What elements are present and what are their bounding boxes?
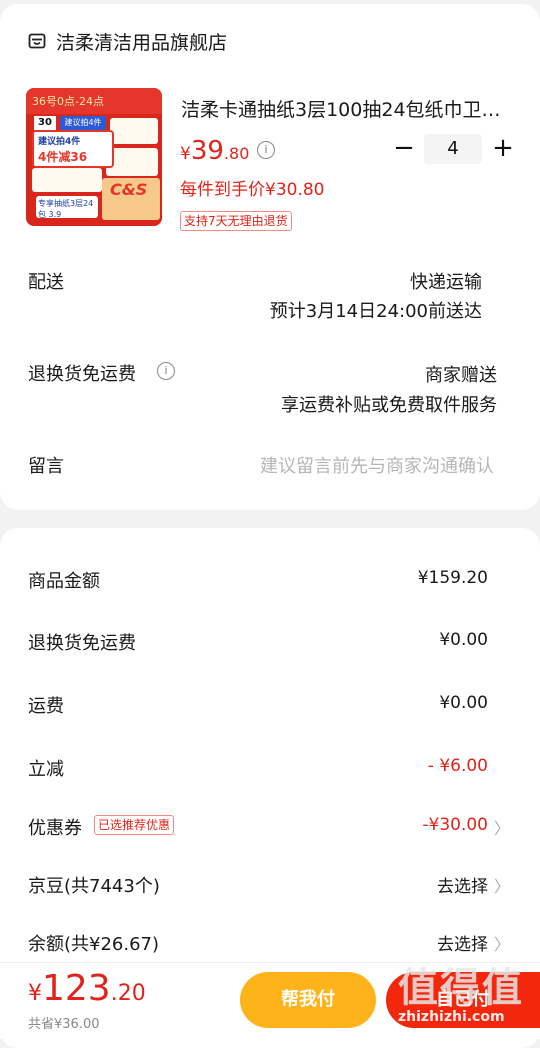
image-brand: C&S bbox=[110, 180, 148, 199]
watermark-url: zhizhizhi.com bbox=[398, 1009, 505, 1025]
image-blue-tag: 建议拍4件 bbox=[60, 116, 106, 130]
shipping-fee-label: 运费 bbox=[28, 696, 64, 717]
coupon-badge: 已选推荐优惠 bbox=[94, 815, 175, 835]
return-fee-value: ¥0.00 bbox=[439, 630, 488, 650]
image-promo-line2: 4件减36 bbox=[38, 150, 88, 164]
chevron-right-icon[interactable]: 〉 bbox=[494, 873, 510, 897]
coupon-label[interactable]: 优惠券 bbox=[28, 814, 82, 840]
watermark: 值得值 zhizhizhi.com bbox=[396, 955, 536, 1031]
image-promo-line1: 建议拍4件 bbox=[38, 137, 81, 147]
message-label: 留言 bbox=[28, 456, 64, 477]
delivery-eta: 预计3月14日24:00前送达 bbox=[269, 301, 482, 322]
help-pay-button[interactable]: 帮我付 bbox=[240, 972, 376, 1028]
price-decimal: .80 bbox=[223, 144, 250, 163]
image-promo: 建议拍4件 4件减36 bbox=[32, 130, 114, 168]
shipping-fee-value: ¥0.00 bbox=[439, 693, 488, 713]
delivery-method[interactable]: 快递运输 bbox=[410, 268, 482, 294]
total-currency: ¥ bbox=[28, 981, 42, 1006]
watermark-text: 值得值 bbox=[398, 965, 524, 1011]
total-integer: 123 bbox=[42, 968, 111, 1009]
chevron-right-icon[interactable]: 〉 bbox=[494, 815, 510, 839]
image-bottom-tag: 专享抽纸3层24包 3.9 bbox=[36, 196, 98, 219]
image-box bbox=[110, 118, 158, 144]
total-price: ¥123.20 bbox=[28, 968, 146, 1009]
instant-discount-label: 立减 bbox=[28, 759, 64, 780]
message-input[interactable]: 建议留言前先与商家沟通确认 bbox=[260, 452, 494, 478]
product-image[interactable]: 36号0点-24点 30 建议拍4件 建议拍4件 4件减36 C&S 专享抽纸3… bbox=[26, 88, 162, 226]
coupon-value[interactable]: -¥30.00 bbox=[422, 815, 488, 835]
quantity-decrease-button[interactable]: − bbox=[392, 135, 416, 162]
order-item-card bbox=[0, 4, 540, 510]
info-icon[interactable]: i bbox=[157, 362, 175, 380]
jingdou-select[interactable]: 去选择 bbox=[437, 872, 488, 897]
store-name: 洁柔清洁用品旗舰店 bbox=[56, 31, 228, 54]
info-icon[interactable]: i bbox=[257, 141, 275, 159]
store-icon bbox=[28, 33, 46, 49]
instant-discount-value: - ¥6.00 bbox=[427, 756, 488, 776]
price-currency: ¥ bbox=[180, 144, 191, 164]
delivery-label: 配送 bbox=[28, 272, 64, 293]
total-decimal: .20 bbox=[110, 981, 146, 1006]
jingdou-label[interactable]: 京豆(共7443个) bbox=[28, 872, 160, 898]
return-shipping-detail: 享运费补贴或免费取件服务 bbox=[281, 395, 497, 416]
goods-amount-value: ¥159.20 bbox=[417, 568, 488, 588]
chevron-right-icon[interactable]: 〉 bbox=[494, 931, 510, 955]
product-price: ¥39.80 bbox=[180, 136, 249, 166]
return-policy-badge: 支持7天无理由退货 bbox=[180, 211, 292, 231]
return-fee-label: 退换货免运费 bbox=[28, 633, 136, 654]
price-integer: 39 bbox=[190, 136, 224, 166]
quantity-input[interactable]: 4 bbox=[424, 134, 482, 164]
quantity-increase-button[interactable]: + bbox=[490, 135, 516, 162]
product-title[interactable]: 洁柔卡通抽纸3层100抽24包纸巾卫… bbox=[181, 95, 511, 122]
image-thirty: 30 bbox=[34, 116, 56, 130]
return-shipping-value: 商家赠送 bbox=[425, 365, 497, 386]
image-banner: 36号0点-24点 bbox=[26, 88, 162, 114]
store-header[interactable]: 洁柔清洁用品旗舰店 bbox=[28, 26, 227, 56]
return-shipping-label: 退换货免运费 bbox=[28, 364, 136, 385]
goods-amount-label: 商品金额 bbox=[28, 571, 100, 592]
image-box bbox=[32, 168, 102, 192]
balance-label[interactable]: 余额(共¥26.67) bbox=[28, 930, 159, 956]
balance-select[interactable]: 去选择 bbox=[437, 930, 488, 955]
unit-price: 每件到手价¥30.80 bbox=[180, 180, 325, 200]
total-saved: 共省¥36.00 bbox=[28, 1017, 100, 1032]
